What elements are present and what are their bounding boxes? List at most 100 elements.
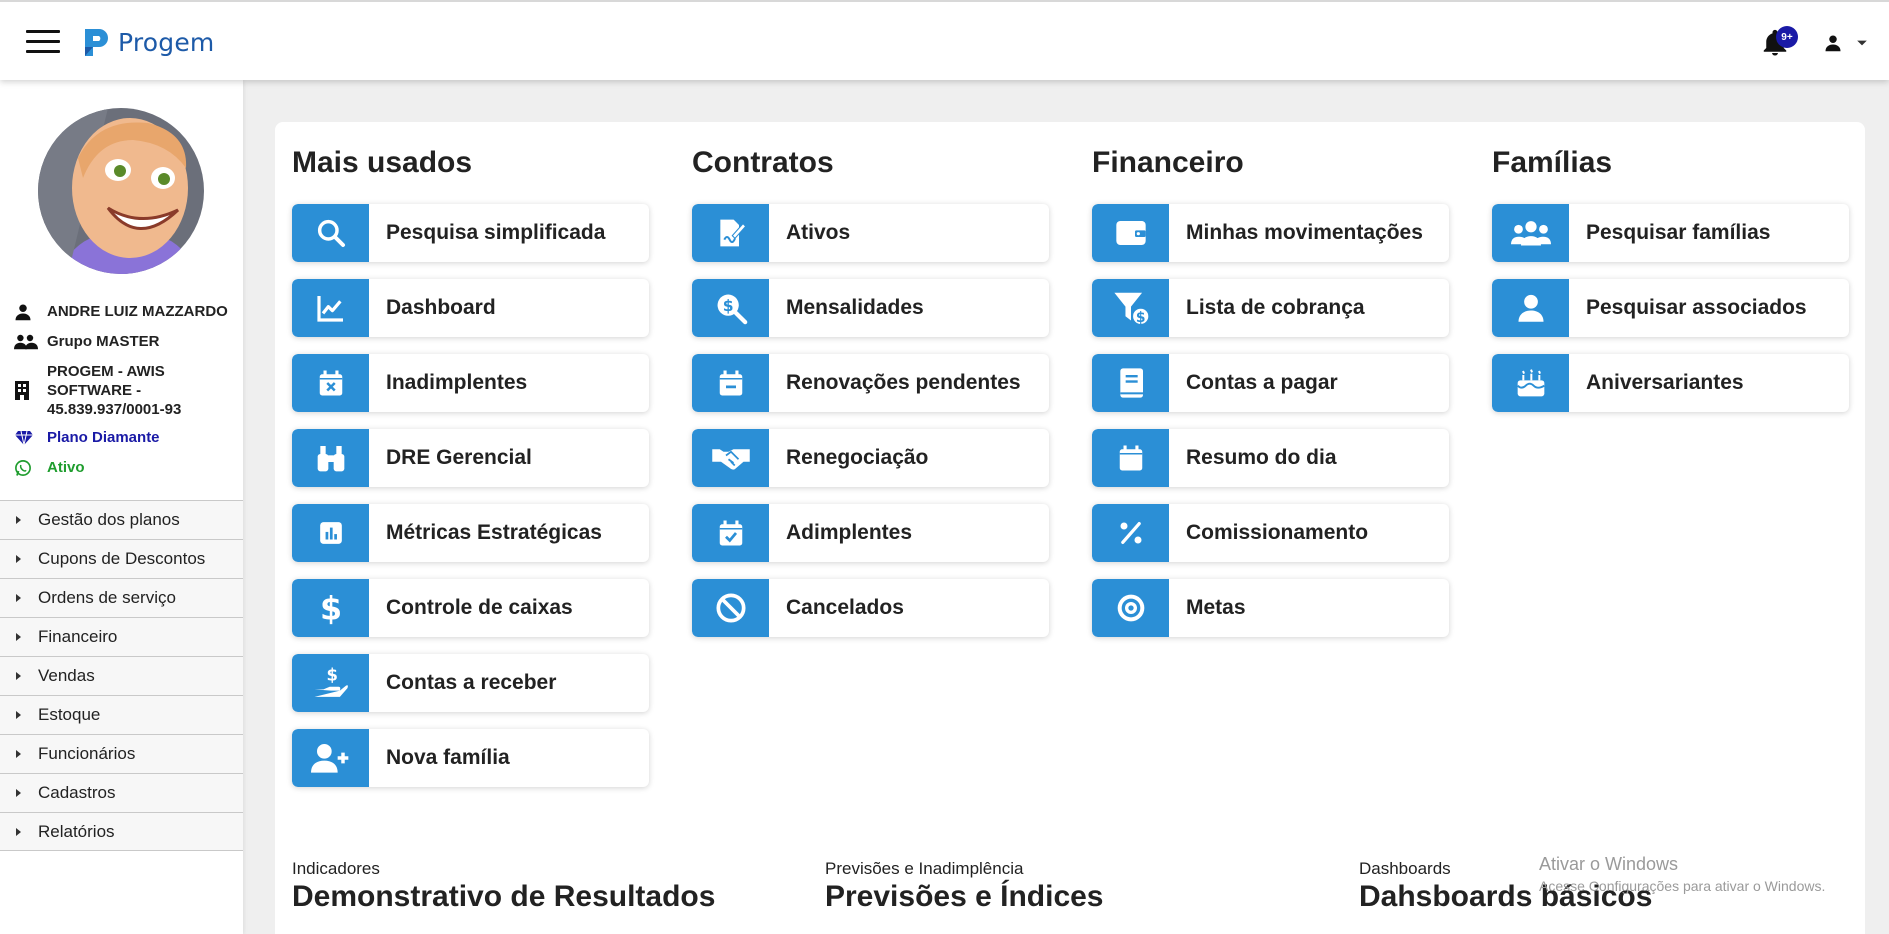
sidebar-item-financeiro[interactable]: Financeiro <box>0 617 243 656</box>
plan-row: Plano Diamante <box>14 428 239 448</box>
tile-label: Pesquisar associados <box>1586 296 1807 319</box>
section-title-demonstrativo: Demonstrativo de Resultados <box>292 880 716 913</box>
sidebar-item-label: Cupons de Descontos <box>38 549 206 568</box>
tile-renegociacao[interactable]: Renegociação <box>692 429 1049 487</box>
cake-icon <box>1516 369 1545 397</box>
user-icon <box>1518 294 1543 322</box>
status-text: Ativo <box>47 459 85 476</box>
column-title-familias: Famílias <box>1492 146 1613 179</box>
group-row: Grupo MASTER <box>14 332 239 352</box>
top-bar: Progem 9+ <box>0 0 1889 80</box>
tile-label: Renegociação <box>786 446 929 469</box>
windows-watermark-text: Acesse Configurações para ativar o Windo… <box>1539 878 1826 894</box>
tile-renovacoes-pendentes[interactable]: Renovações pendentes <box>692 354 1049 412</box>
sidebar-item-cadastros[interactable]: Cadastros <box>0 773 243 812</box>
sidebar-item-label: Funcionários <box>38 744 136 763</box>
sidebar-item-estoque[interactable]: Estoque <box>0 695 243 734</box>
tile-label: Aniversariantes <box>1586 371 1744 394</box>
tile-pesquisar-familias[interactable]: Pesquisar famílias <box>1492 204 1849 262</box>
tile-label: Mensalidades <box>786 296 924 319</box>
avatar[interactable] <box>38 108 204 274</box>
tile-resumo-dia[interactable]: Resumo do dia <box>1092 429 1449 487</box>
tile-pesquisa-simplificada[interactable]: Pesquisa simplificada <box>292 204 649 262</box>
handshake-icon <box>711 449 750 470</box>
binoculars-icon <box>317 446 344 472</box>
app-logo[interactable]: Progem <box>82 24 214 60</box>
calendar-x-icon <box>319 370 342 396</box>
tile-label: Minhas movimentações <box>1186 221 1423 244</box>
tile-label: Renovações pendentes <box>786 371 1021 394</box>
svg-text:$: $ <box>326 665 337 684</box>
sidebar-item-label: Gestão dos planos <box>38 510 180 529</box>
tile-comissionamento[interactable]: Comissionamento <box>1092 504 1449 562</box>
tile-minhas-movimentacoes[interactable]: Minhas movimentações <box>1092 204 1449 262</box>
whatsapp-icon <box>15 460 31 476</box>
tile-metas[interactable]: Metas <box>1092 579 1449 637</box>
tile-dre-gerencial[interactable]: DRE Gerencial <box>292 429 649 487</box>
sidebar: ANDRE LUIZ MAZZARDO Grupo MASTER PROGEM … <box>0 80 243 934</box>
tile-contas-pagar[interactable]: Contas a pagar <box>1092 354 1449 412</box>
tile-label: Pesquisar famílias <box>1586 221 1771 244</box>
tile-mensalidades[interactable]: $ Mensalidades <box>692 279 1049 337</box>
column-title-mais-usados: Mais usados <box>292 146 473 179</box>
tile-label: Contas a pagar <box>1186 371 1338 394</box>
building-icon <box>15 381 29 400</box>
sidebar-item-funcionarios[interactable]: Funcionários <box>0 734 243 773</box>
calendar-check-icon <box>719 520 742 546</box>
tile-ativos[interactable]: Ativos <box>692 204 1049 262</box>
caret-right-icon <box>16 672 21 680</box>
sidebar-item-label: Vendas <box>38 666 95 685</box>
tile-contas-receber[interactable]: $ Contas a receber <box>292 654 649 712</box>
sidebar-item-relatorios[interactable]: Relatórios <box>0 812 243 851</box>
filter-dollar-icon: $ <box>1113 292 1149 326</box>
tile-nova-familia[interactable]: Nova família <box>292 729 649 787</box>
diamond-icon <box>15 430 33 446</box>
sidebar-item-cupons[interactable]: Cupons de Descontos <box>0 539 243 578</box>
caret-right-icon <box>16 789 21 797</box>
tile-cancelados[interactable]: Cancelados <box>692 579 1049 637</box>
sidebar-item-vendas[interactable]: Vendas <box>0 656 243 695</box>
notification-badge: 9+ <box>1776 26 1798 48</box>
tile-adimplentes[interactable]: Adimplentes <box>692 504 1049 562</box>
shortcuts-card: Mais usados Contratos Financeiro Família… <box>275 122 1865 934</box>
person-icon <box>15 304 31 321</box>
avatar-image <box>38 108 204 274</box>
tile-dashboard[interactable]: Dashboard <box>292 279 649 337</box>
tile-pesquisar-associados[interactable]: Pesquisar associados <box>1492 279 1849 337</box>
calendar-icon <box>1119 445 1142 471</box>
sidebar-item-label: Relatórios <box>38 821 115 841</box>
svg-text:$: $ <box>722 297 733 315</box>
hamburger-menu-icon[interactable] <box>26 30 60 54</box>
tile-controle-caixas[interactable]: $ Controle de caixas <box>292 579 649 637</box>
column-title-financeiro: Financeiro <box>1092 146 1244 179</box>
user-icon <box>1825 35 1841 52</box>
search-icon <box>317 219 345 247</box>
tile-label: DRE Gerencial <box>386 446 532 469</box>
tile-metricas-estrategicas[interactable]: Métricas Estratégicas <box>292 504 649 562</box>
tile-label: Metas <box>1186 596 1246 619</box>
caret-right-icon <box>16 827 21 836</box>
group-name: Grupo MASTER <box>47 333 160 350</box>
sidebar-item-gestao-planos[interactable]: Gestão dos planos <box>0 500 243 539</box>
sidebar-menu: Gestão dos planos Cupons de Descontos Or… <box>0 500 243 851</box>
dollar-icon: $ <box>319 591 341 625</box>
caret-right-icon <box>16 711 21 719</box>
wallet-icon <box>1115 221 1146 245</box>
book-icon <box>1119 368 1143 398</box>
sidebar-item-ordens[interactable]: Ordens de serviço <box>0 578 243 617</box>
svg-text:$: $ <box>1135 310 1145 326</box>
tile-label: Pesquisa simplificada <box>386 221 606 244</box>
tile-label: Ativos <box>786 221 851 244</box>
user-menu-button[interactable] <box>1824 30 1880 56</box>
line-chart-icon <box>316 296 343 322</box>
company-row: PROGEM - AWIS SOFTWARE - 45.839.937/0001… <box>14 362 239 419</box>
tile-aniversariantes[interactable]: Aniversariantes <box>1492 354 1849 412</box>
tile-lista-cobranca[interactable]: $ Lista de cobrança <box>1092 279 1449 337</box>
sidebar-item-label: Estoque <box>38 705 101 724</box>
section-subtitle-previsoes: Previsões e Inadimplência <box>825 859 1024 878</box>
windows-watermark-title: Ativar o Windows <box>1539 854 1679 874</box>
tile-inadimplentes[interactable]: Inadimplentes <box>292 354 649 412</box>
tile-label: Comissionamento <box>1186 521 1369 544</box>
tile-label: Contas a receber <box>386 671 557 694</box>
target-icon <box>1117 594 1144 622</box>
